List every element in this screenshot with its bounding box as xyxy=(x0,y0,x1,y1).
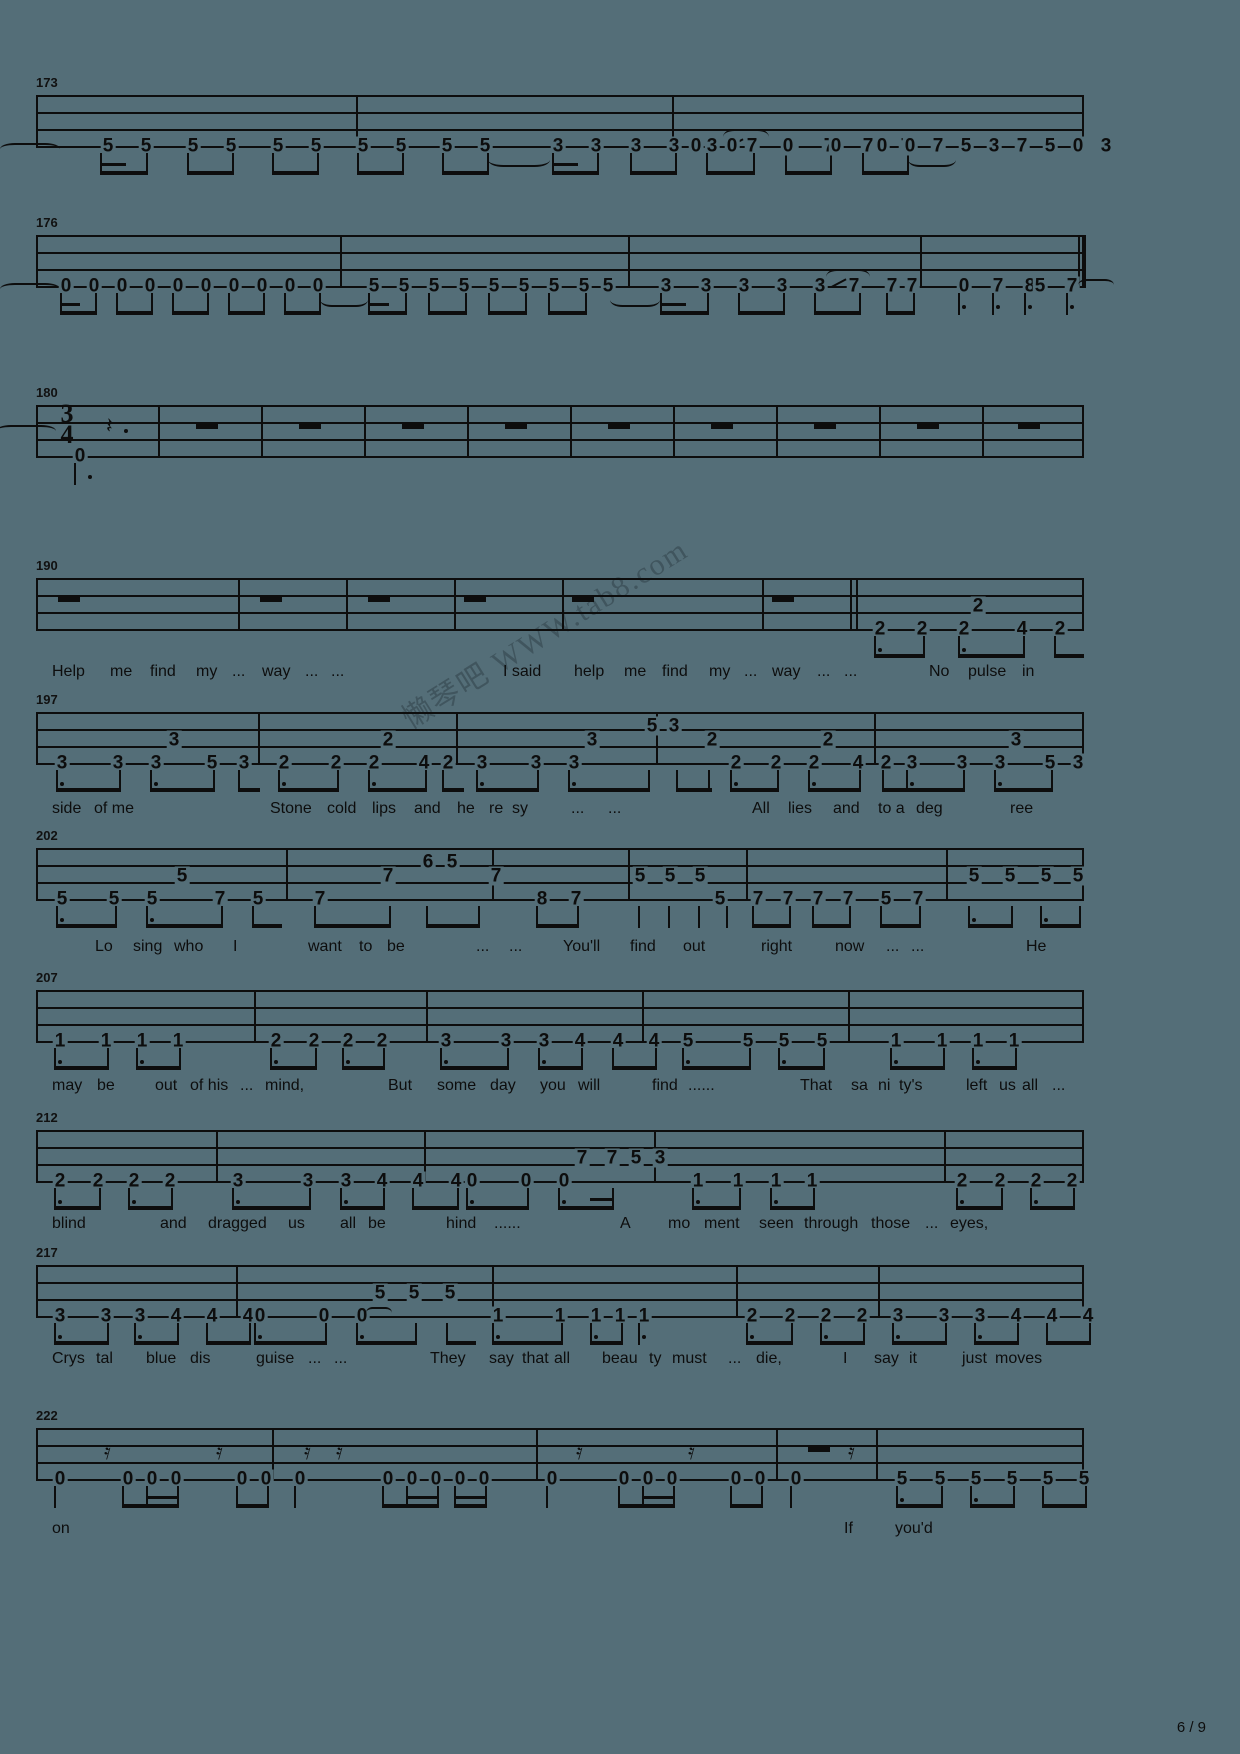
tab-staff xyxy=(36,848,1084,901)
page-number: 6 / 9 xyxy=(1176,1719,1206,1736)
measure-number: 217 xyxy=(36,1245,58,1260)
measure-number: 190 xyxy=(36,558,58,573)
quarter-rest: 𝄽 xyxy=(106,414,113,439)
measure-number: 212 xyxy=(36,1110,58,1125)
tab-sheet-page: 懒琴吧 WWW.tab8.com 173 5 5 5 5 5 5 5 5 5 5 xyxy=(0,0,1240,1754)
tab-staff xyxy=(36,712,1084,765)
measure-number: 197 xyxy=(36,692,58,707)
tab-staff xyxy=(36,990,1084,1043)
measure-number: 207 xyxy=(36,970,58,985)
measure-number: 176 xyxy=(36,215,58,230)
measure-number: 222 xyxy=(36,1408,58,1423)
measure-number: 202 xyxy=(36,828,58,843)
tab-staff xyxy=(36,1428,1084,1481)
measure-number: 173 xyxy=(36,75,58,90)
measure-number: 180 xyxy=(36,385,58,400)
tab-staff xyxy=(36,405,1084,458)
site-watermark: 懒琴吧 WWW.tab8.com xyxy=(396,532,695,736)
